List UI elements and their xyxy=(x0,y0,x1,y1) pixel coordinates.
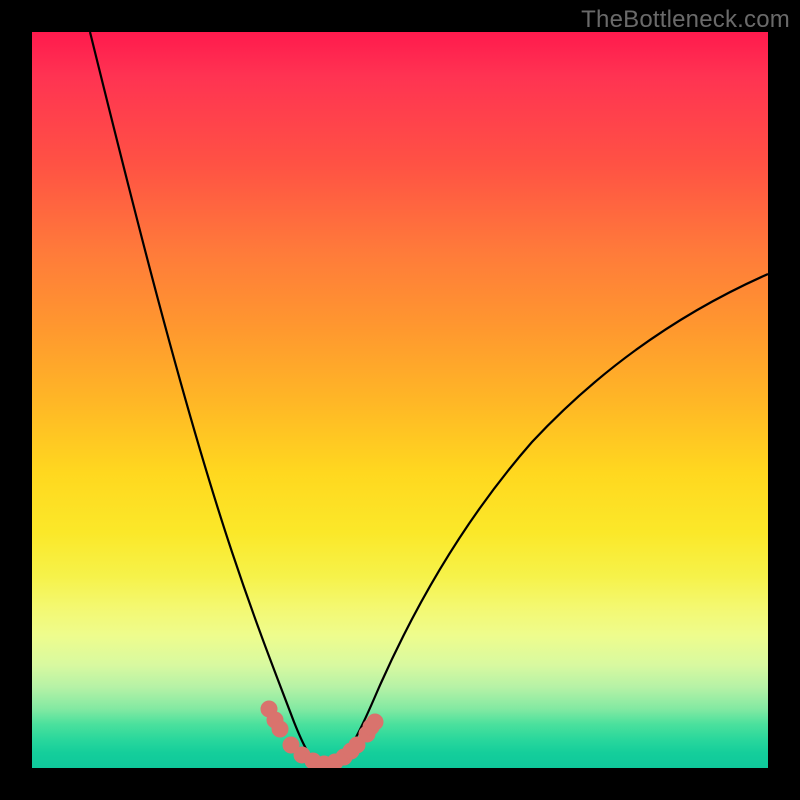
chart-svg xyxy=(32,32,768,768)
left-curve xyxy=(90,32,318,763)
valley-markers xyxy=(261,701,383,768)
right-curve xyxy=(338,274,768,763)
watermark-text: TheBottleneck.com xyxy=(581,6,790,34)
chart-frame: TheBottleneck.com xyxy=(0,0,800,800)
